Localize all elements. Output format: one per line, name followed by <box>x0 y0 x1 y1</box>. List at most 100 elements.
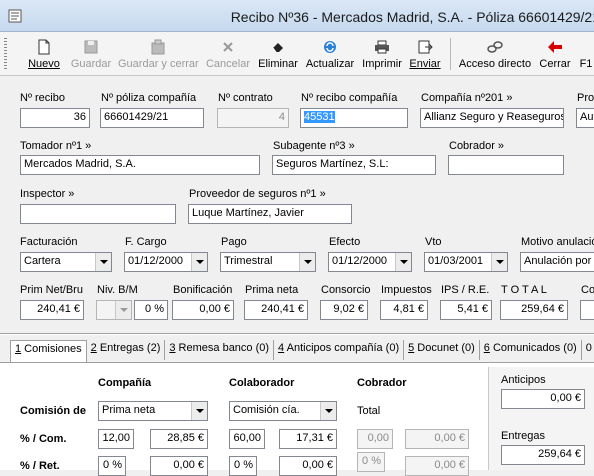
tab-docunet[interactable]: 5 Docunet (0) <box>404 340 480 360</box>
efecto-label: Efecto <box>329 236 361 248</box>
n-contrato-label: Nº contrato <box>218 92 273 104</box>
delete-button[interactable]: Eliminar <box>258 38 298 72</box>
cobrador-label[interactable]: Cobrador » <box>449 140 504 152</box>
tab-strip: 1 Comisiones 2 Entregas (2) 3 Remesa ban… <box>10 340 594 363</box>
prim-net-bru-field[interactable]: 240,41 € <box>20 300 84 320</box>
chevron-down-icon[interactable] <box>95 253 111 271</box>
total-text: Total <box>357 405 381 417</box>
window-title: Recibo Nº36 - Mercados Madrid, S.A. - Pó… <box>230 9 594 25</box>
poliza-compania-field[interactable]: 66601429/21 <box>100 108 204 128</box>
pct-ret-label: % / Ret. <box>20 460 60 472</box>
chevron-down-icon[interactable] <box>491 253 507 271</box>
shortcut-button[interactable]: Acceso directo <box>457 38 533 72</box>
co-field[interactable] <box>580 300 594 320</box>
colaborador-pct-field[interactable]: 60,00 <box>229 429 265 449</box>
chevron-down-icon[interactable] <box>191 402 207 420</box>
vto-select[interactable]: 01/03/2001 <box>424 252 508 272</box>
f-cargo-select[interactable]: 01/12/2000 <box>124 252 208 272</box>
tab-anticipos-compania[interactable]: 4 Anticipos compañía (0) <box>274 340 405 360</box>
printer-icon <box>362 38 402 56</box>
n-contrato-field: 4 <box>217 108 289 128</box>
bonificacion-label: Bonificación <box>173 284 233 296</box>
efecto-select[interactable]: 01/12/2000 <box>328 252 412 272</box>
toolbar-grip[interactable] <box>4 38 7 70</box>
colaborador-ret-pct-field[interactable]: 0 % <box>229 456 257 476</box>
entregas-field[interactable]: 259,64 € <box>501 445 585 465</box>
compania-label[interactable]: Compañía nº201 » <box>421 92 512 104</box>
print-button[interactable]: Imprimir <box>362 38 402 72</box>
refresh-icon <box>305 38 355 56</box>
send-icon <box>408 38 442 56</box>
save-close-icon <box>118 38 198 56</box>
compania-com-field[interactable]: 28,85 € <box>150 429 208 449</box>
f-cargo-label: F. Cargo <box>125 236 167 248</box>
subagente-label[interactable]: Subagente nº3 » <box>273 140 355 152</box>
tab-comisiones[interactable]: 1 Comisiones <box>10 340 87 363</box>
anticipos-field[interactable]: 0,00 € <box>501 389 585 409</box>
proveedor-label[interactable]: Proveedor de seguros nº1 » <box>189 188 326 200</box>
tab-comunicados[interactable]: 6 Comunicados (0) <box>480 340 582 360</box>
title-bar: Recibo Nº36 - Mercados Madrid, S.A. - Pó… <box>0 0 594 32</box>
compania-field[interactable]: Allianz Seguro y Reaseguros, <box>420 108 564 128</box>
cancel-button[interactable]: Cancelar <box>204 38 252 72</box>
chevron-down-icon[interactable] <box>191 253 207 271</box>
tab-entregas[interactable]: 2 Entregas (2) <box>87 340 166 360</box>
tomador-label[interactable]: Tomador nº1 » <box>20 140 91 152</box>
close-button[interactable]: Cerrar <box>539 38 571 72</box>
producto-field[interactable]: Au <box>576 108 594 128</box>
send-button[interactable]: Enviar <box>408 38 442 72</box>
recibo-compania-label: Nº recibo compañía <box>301 92 398 104</box>
proveedor-field[interactable]: Luque Martínez, Javier <box>188 204 352 224</box>
recibo-compania-field[interactable]: 45531 <box>300 108 408 128</box>
chevron-down-icon[interactable] <box>299 253 315 271</box>
cobrador-header: Cobrador <box>357 377 407 389</box>
save-icon <box>70 38 112 56</box>
new-button[interactable]: Nuevo <box>26 38 62 72</box>
cobrador-pct-field: 0,00 <box>357 429 393 449</box>
chevron-down-icon <box>115 301 131 319</box>
ips-re-field[interactable]: 5,41 € <box>440 300 492 320</box>
compania-ret-pct-field[interactable]: 0 % <box>98 456 126 476</box>
help-icon <box>576 38 594 56</box>
pct-com-label: % / Com. <box>20 433 67 445</box>
total-field[interactable]: 259,64 € <box>500 300 568 320</box>
cobrador-field[interactable] <box>448 155 564 175</box>
colaborador-header: Colaborador <box>229 377 295 389</box>
colaborador-ret-field[interactable]: 0,00 € <box>279 456 337 476</box>
compania-tipo-select[interactable]: Prima neta <box>98 401 208 421</box>
pago-select[interactable]: Trimestral <box>220 252 316 272</box>
niv-bm-select <box>96 300 132 320</box>
bonificacion-field[interactable]: 0,00 € <box>172 300 234 320</box>
save-button[interactable]: Guardar <box>70 38 112 72</box>
compania-header: Compañía <box>98 377 152 389</box>
entregas-label: Entregas <box>501 430 546 442</box>
chevron-down-icon[interactable] <box>320 402 336 420</box>
tomador-field[interactable]: Mercados Madrid, S.A. <box>20 155 260 175</box>
colaborador-com-field[interactable]: 17,31 € <box>279 429 337 449</box>
prima-neta-field[interactable]: 240,41 € <box>244 300 308 320</box>
motivo-anulacion-label: Motivo anulació <box>521 236 594 248</box>
inspector-label[interactable]: Inspector » <box>20 188 74 200</box>
producto-label: Prod <box>577 92 594 104</box>
tab-overflow[interactable]: 0 <box>582 340 594 360</box>
save-close-button[interactable]: Guardar y cerrar <box>118 38 199 72</box>
compania-pct-field[interactable]: 12,00 <box>98 429 134 449</box>
help-button[interactable]: F1 <box>576 38 594 72</box>
colaborador-tipo-select[interactable]: Comisión cía. <box>229 401 337 421</box>
compania-ret-field[interactable]: 0,00 € <box>150 456 208 476</box>
facturacion-select[interactable]: Cartera <box>20 252 112 272</box>
consorcio-field[interactable]: 9,02 € <box>320 300 368 320</box>
app-icon <box>8 9 22 23</box>
subagente-field[interactable]: Seguros Martínez, S.L: <box>272 155 436 175</box>
inspector-field[interactable] <box>20 204 176 224</box>
niv-bm-pct-field[interactable]: 0 % <box>134 300 168 320</box>
refresh-button[interactable]: Actualizar <box>305 38 355 72</box>
impuestos-field[interactable]: 4,81 € <box>380 300 428 320</box>
prima-neta-label: Prima neta <box>245 284 299 296</box>
chevron-down-icon[interactable] <box>395 253 411 271</box>
pago-label: Pago <box>221 236 247 248</box>
tab-remesa-banco[interactable]: 3 Remesa banco (0) <box>165 340 275 360</box>
n-recibo-field[interactable]: 36 <box>20 108 90 128</box>
n-recibo-label: Nº recibo <box>20 92 65 104</box>
motivo-anulacion-select[interactable]: Anulación por d <box>520 252 594 272</box>
